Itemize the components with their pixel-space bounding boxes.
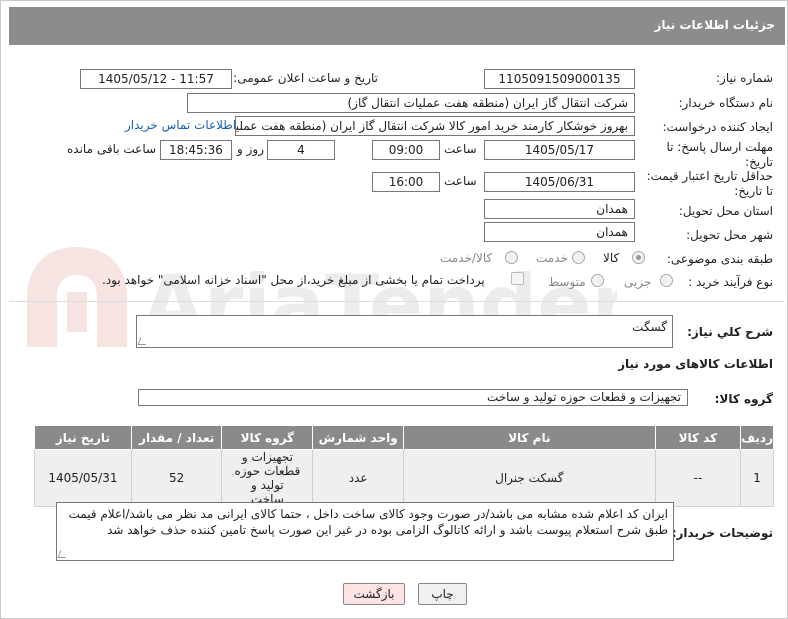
category-radio-goods[interactable] — [632, 251, 645, 264]
page-title: جزئیات اطلاعات نیاز — [654, 18, 775, 32]
purchase-type-radio-minor[interactable] — [660, 274, 673, 287]
purchase-type-radio-medium[interactable] — [591, 274, 604, 287]
price-validity-time-label: ساعت — [444, 174, 477, 188]
col-index-header: ردیف — [740, 425, 774, 450]
cell-group: تجهیزات و قطعات حوزه تولید و ساخت — [221, 449, 314, 507]
buyer-notes-text: ایران کد اعلام شده مشابه می باشد/در صورت… — [68, 507, 668, 537]
category-radio-goods-service[interactable] — [505, 251, 518, 264]
purchase-type-label: نوع فرآیند خرید : — [688, 275, 773, 289]
treasury-payment-note: پرداخت تمام یا بخشی از مبلغ خرید،از محل … — [102, 273, 485, 287]
cell-qty: 52 — [130, 449, 223, 507]
goods-group-field[interactable]: تجهیزات و قطعات حوزه تولید و ساخت — [138, 389, 688, 406]
remaining-time-field[interactable]: 18:45:36 — [160, 140, 232, 160]
category-option-service: خدمت — [536, 251, 568, 265]
page-frame: جزئیات اطلاعات نیاز AriaTender.neT شماره… — [0, 0, 788, 619]
cell-name: گسکت جنرال — [403, 449, 656, 507]
category-label: طبقه بندی موضوعی: — [666, 252, 773, 266]
price-validity-date-field[interactable]: 1405/06/31 — [484, 172, 635, 192]
price-validity-label: حداقل تاریخ اعتبار قیمت: تا تاریخ: — [646, 169, 773, 198]
table-row[interactable]: 1 -- گسکت جنرال عدد تجهیزات و قطعات حوزه… — [34, 449, 774, 507]
section-divider — [9, 301, 785, 302]
reply-deadline-date-field[interactable]: 1405/05/17 — [484, 140, 635, 160]
buyer-notes-label: توضیحات خریدار: — [671, 526, 773, 540]
category-option-goods-service: کالا/خدمت — [440, 251, 493, 265]
resize-handle-icon[interactable] — [137, 337, 149, 345]
page-header: جزئیات اطلاعات نیاز — [9, 7, 785, 45]
reply-days-field[interactable]: 4 — [267, 140, 335, 160]
buyer-contact-link[interactable]: اطلاعات تماس خریدار — [125, 118, 236, 132]
requester-field[interactable]: بهروز خوشکار کارمند خرید امور کالا شرکت … — [235, 116, 635, 136]
back-button[interactable]: بازگشت — [343, 583, 405, 605]
cell-date: 1405/05/31 — [34, 449, 132, 507]
need-number-field[interactable]: 1105091509000135 — [484, 69, 635, 89]
col-group-header: گروه کالا — [221, 425, 314, 450]
resize-handle-icon[interactable] — [57, 550, 69, 558]
col-unit-header: واحد شمارش — [312, 425, 405, 450]
items-table: ردیف کد کالا نام کالا واحد شمارش گروه کا… — [34, 425, 774, 507]
cell-code: -- — [654, 449, 742, 507]
reply-days-label: روز و — [237, 142, 264, 156]
buyer-notes-textarea[interactable]: ایران کد اعلام شده مشابه می باشد/در صورت… — [56, 502, 674, 561]
purchase-type-option-medium: متوسط — [548, 275, 586, 289]
summary-textarea[interactable]: گسگت — [136, 315, 673, 348]
requester-label: ایجاد کننده درخواست: — [662, 120, 773, 134]
treasury-payment-checkbox[interactable] — [511, 272, 524, 285]
summary-label: شرح کلي نياز: — [687, 325, 773, 339]
buyer-org-label: نام دستگاه خریدار: — [678, 96, 774, 110]
cell-unit: عدد — [312, 449, 405, 507]
delivery-province-field[interactable]: همدان — [484, 199, 635, 219]
remaining-time-label: ساعت باقی مانده — [67, 142, 157, 156]
summary-text: گسگت — [632, 320, 667, 334]
announce-datetime-label: تاریخ و ساعت اعلان عمومی: — [233, 71, 378, 85]
need-number-label: شماره نیاز: — [716, 71, 773, 85]
col-date-header: تاریخ نیاز — [34, 425, 132, 450]
goods-info-title: اطلاعات کالاهای مورد نیاز — [618, 357, 773, 371]
price-validity-time-field[interactable]: 16:00 — [372, 172, 440, 192]
purchase-type-option-minor: جزیی — [624, 275, 652, 289]
delivery-city-label: شهر محل تحویل: — [686, 228, 773, 242]
items-table-header: ردیف کد کالا نام کالا واحد شمارش گروه کا… — [34, 425, 774, 450]
col-name-header: نام کالا — [403, 425, 656, 450]
col-qty-header: تعداد / مقدار — [130, 425, 223, 450]
goods-group-label: گروه کالا: — [714, 392, 773, 406]
delivery-city-field[interactable]: همدان — [484, 222, 635, 242]
delivery-province-label: استان محل تحویل: — [678, 204, 773, 218]
reply-deadline-label: مهلت ارسال پاسخ: تا تاریخ: — [666, 140, 773, 169]
cell-index: 1 — [740, 449, 774, 507]
category-radio-service[interactable] — [572, 251, 585, 264]
reply-deadline-time-label: ساعت — [444, 142, 477, 156]
buyer-org-field[interactable]: شرکت انتقال گاز ایران (منطقه هفت عملیات … — [187, 93, 635, 113]
category-option-goods: کالا — [603, 251, 620, 265]
reply-deadline-time-field[interactable]: 09:00 — [372, 140, 440, 160]
col-code-header: کد کالا — [654, 425, 742, 450]
announce-datetime-field[interactable]: 1405/05/12 - 11:57 — [80, 69, 232, 89]
print-button[interactable]: چاپ — [418, 583, 467, 605]
